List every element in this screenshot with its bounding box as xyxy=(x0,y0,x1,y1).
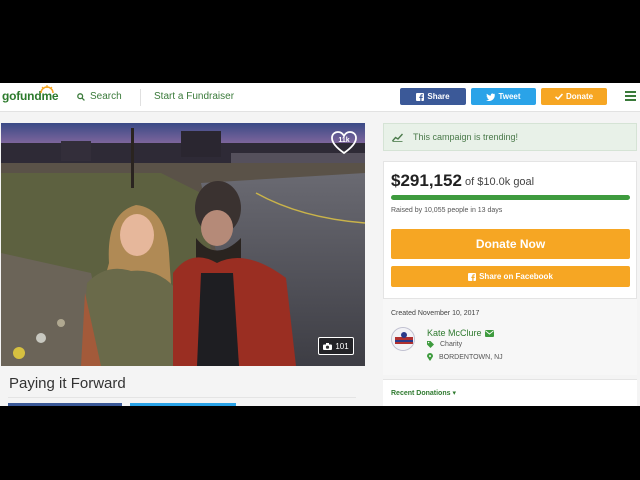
campaign-photo[interactable]: 11k 101 xyxy=(1,123,365,366)
facebook-icon xyxy=(416,92,425,101)
trending-text: This campaign is trending! xyxy=(413,132,519,142)
twitter-bird-icon xyxy=(486,93,496,101)
created-date: Created November 10, 2017 xyxy=(391,310,480,317)
share-label: Share xyxy=(427,92,450,101)
raised-by-text: Raised by 10,055 people in 13 days xyxy=(391,207,503,214)
heart-count: 11k xyxy=(338,137,350,144)
trending-chart-icon xyxy=(392,133,403,142)
map-pin-icon xyxy=(427,353,433,361)
start-fundraiser-link[interactable]: Start a Fundraiser xyxy=(154,91,234,102)
checkmark-icon xyxy=(554,93,563,100)
facebook-icon xyxy=(468,272,477,281)
organizer-section: Created November 10, 2017 Kate McClure C… xyxy=(383,299,637,375)
share-button-strip[interactable] xyxy=(8,403,122,406)
title-divider xyxy=(8,397,356,398)
organizer-category: Charity xyxy=(427,341,462,348)
category-label: Charity xyxy=(440,341,463,348)
organizer-location: BORDENTOWN, NJ xyxy=(427,353,503,361)
chevron-down-icon: ▾ xyxy=(452,390,456,397)
tweet-label: Tweet xyxy=(498,92,521,101)
gofundme-logo[interactable]: gofundme xyxy=(2,85,59,103)
search-label: Search xyxy=(90,91,122,102)
campaign-photo-image xyxy=(1,123,365,366)
nav-divider xyxy=(140,89,141,106)
photo-count-label: 101 xyxy=(335,341,349,351)
progress-bar xyxy=(391,195,630,200)
avatar-image xyxy=(392,328,414,350)
envelope-icon[interactable] xyxy=(484,329,494,337)
goal-text: of $10.0k goal xyxy=(465,176,535,188)
donate-header-button[interactable]: Donate xyxy=(541,88,607,105)
photo-gallery-button[interactable]: 101 xyxy=(318,337,354,355)
share-on-facebook-button[interactable]: Share on Facebook xyxy=(391,266,630,287)
recent-donations-toggle[interactable]: Recent Donations ▾ xyxy=(391,389,456,397)
donate-now-button[interactable]: Donate Now xyxy=(391,229,630,259)
tweet-button[interactable]: Tweet xyxy=(471,88,536,105)
top-navbar: gofundme Search Start a Fundraiser Share xyxy=(0,83,640,112)
donate-header-label: Donate xyxy=(565,92,594,101)
donation-card: $291,152 of $10.0k goal Raised by 10,055… xyxy=(383,161,637,299)
organizer-avatar[interactable] xyxy=(391,327,415,351)
location-label: BORDENTOWN, NJ xyxy=(439,353,503,361)
amount-raised: $291,152 xyxy=(391,171,462,190)
recent-donations-section: Recent Donations ▾ xyxy=(383,379,637,406)
trending-banner: This campaign is trending! xyxy=(383,123,637,151)
recent-donations-label: Recent Donations xyxy=(391,390,451,397)
search-icon xyxy=(77,92,85,101)
organizer-name-link[interactable]: Kate McClure xyxy=(427,328,494,338)
search-link[interactable]: Search xyxy=(77,91,122,102)
share-button[interactable]: Share xyxy=(400,88,466,105)
hamburger-menu-icon[interactable] xyxy=(625,91,636,101)
gofundme-page: gofundme Search Start a Fundraiser Share xyxy=(0,83,640,406)
tweet-button-strip[interactable] xyxy=(130,403,236,406)
logo-sun-icon xyxy=(40,85,54,93)
progress-bar-fill xyxy=(391,195,630,200)
camera-icon xyxy=(323,342,333,350)
tag-icon xyxy=(427,341,434,348)
campaign-title: Paying it Forward xyxy=(9,375,126,392)
share-on-facebook-label: Share on Facebook xyxy=(479,272,553,281)
organizer-name: Kate McClure xyxy=(427,328,482,338)
